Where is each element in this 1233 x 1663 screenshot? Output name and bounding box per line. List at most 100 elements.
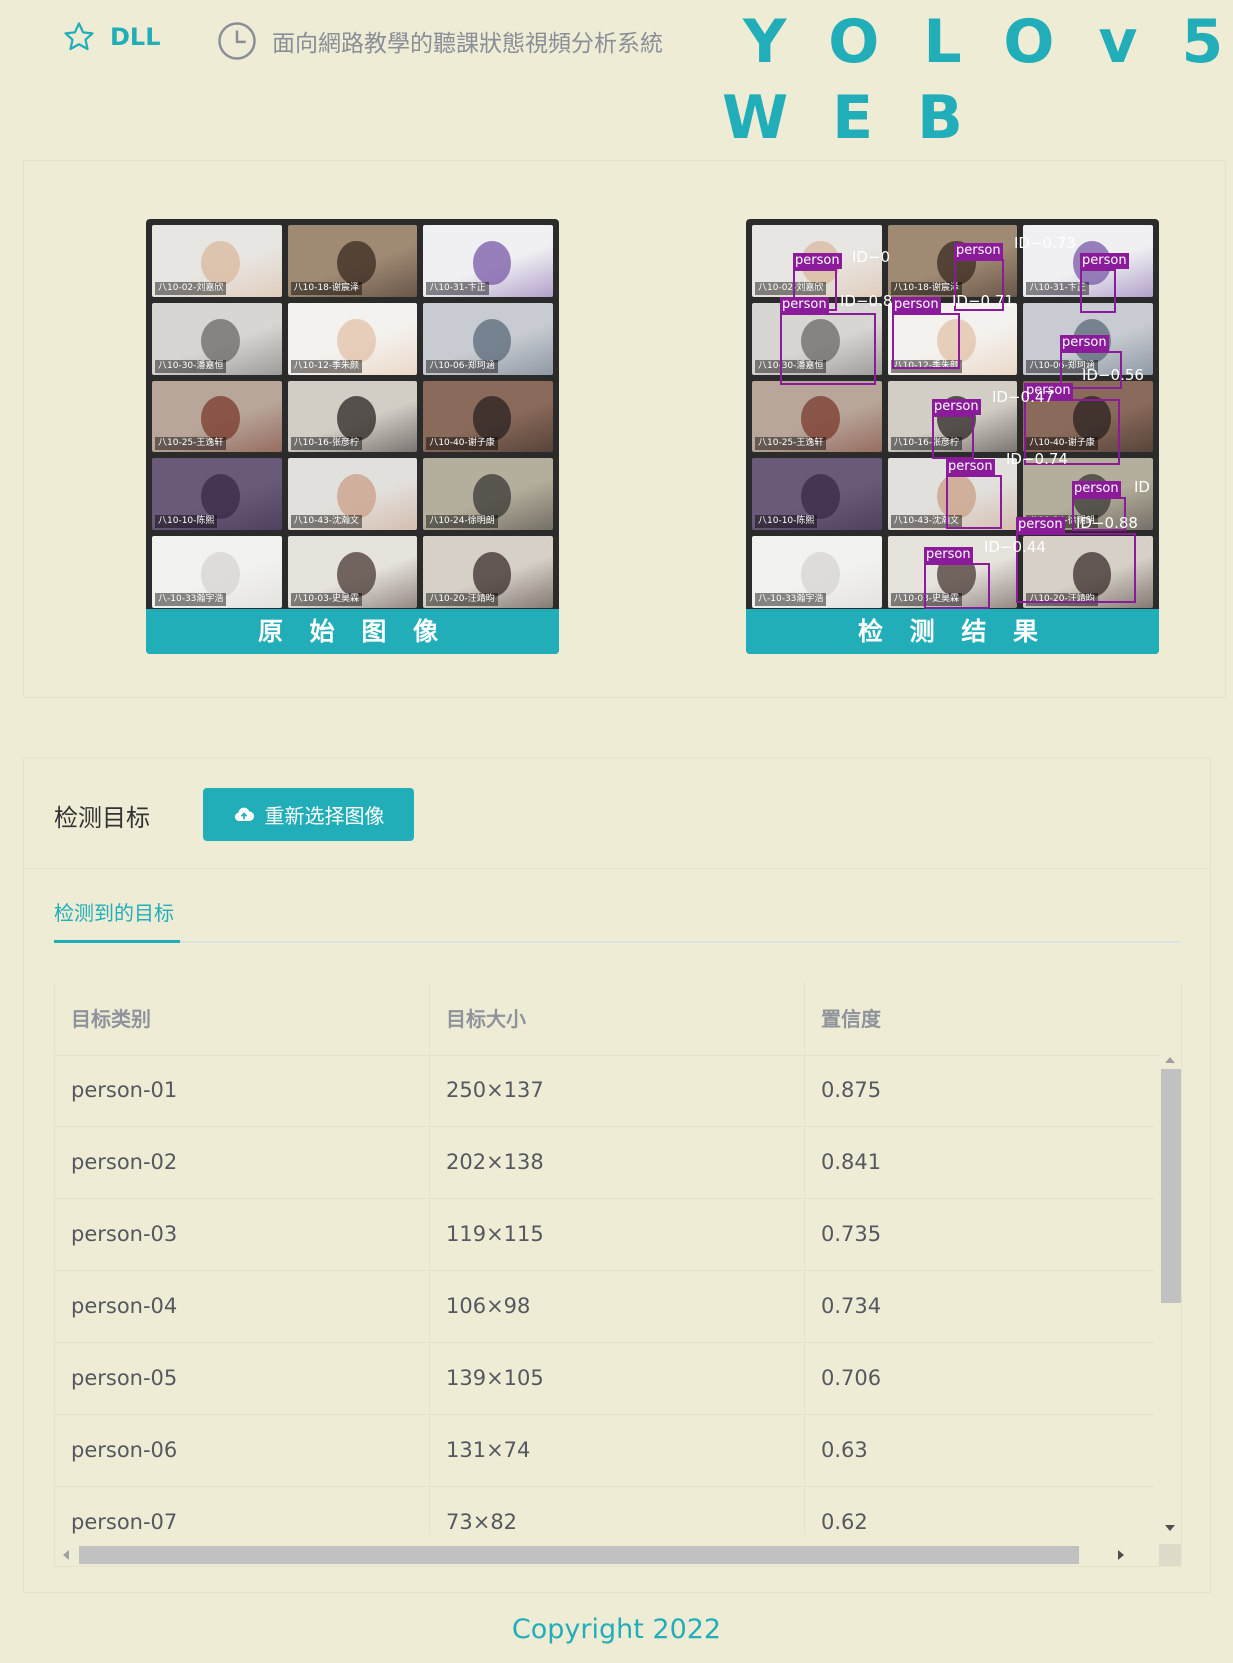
cell-size: 250×137 <box>430 1055 805 1126</box>
cell-size: 106×98 <box>430 1271 805 1342</box>
participant-face <box>201 396 241 441</box>
scroll-right-arrow-icon[interactable] <box>1118 1550 1124 1560</box>
participant-face <box>336 396 376 441</box>
participant-face <box>201 474 241 519</box>
video-tile: 八10-03-史昊霖 <box>287 536 418 608</box>
video-tile: 八10-24-徐明朗 <box>423 458 553 531</box>
detection-label: person <box>793 253 842 269</box>
participant-name: 八10-30-潘嘉恒 <box>155 359 227 373</box>
reselect-image-label: 重新选择图像 <box>264 804 385 828</box>
table-row[interactable]: person-03 119×115 0.735 <box>55 1199 1155 1271</box>
tab-detected-targets[interactable]: 检测到的目标 <box>54 896 174 941</box>
original-image: 八10-02-刘嘉欣 八10-18-谢宸泽 八10-31-卞正 八10-30-潘嘉恒八… <box>152 225 553 608</box>
cell-confidence: 0.706 <box>821 1366 882 1390</box>
detection-label: person <box>946 459 995 475</box>
original-image-caption: 原 始 图 像 <box>146 609 559 654</box>
table-row[interactable]: person-06 131×74 0.63 <box>55 1415 1155 1487</box>
cell-confidence: 0.63 <box>821 1438 868 1462</box>
participant-face <box>472 474 512 519</box>
column-header-size[interactable]: 目标大小 <box>430 983 805 1055</box>
detection-label: person <box>932 399 981 415</box>
detection-id: ID−0.73 <box>1014 234 1076 252</box>
video-tile: 八10-31-卞正 <box>423 225 553 297</box>
video-tile: 八10-16-张彦柠 <box>287 380 418 453</box>
participant-face <box>472 396 512 441</box>
detection-id: ID−0.44 <box>984 538 1046 556</box>
detection-id: ID−0.56 <box>1082 366 1144 384</box>
cell-class: person-02 <box>55 1127 430 1198</box>
reselect-image-button[interactable]: 重新选择图像 <box>203 788 414 841</box>
video-tile: 八10-40-谢子康 <box>423 380 553 453</box>
cell-confidence: 0.735 <box>821 1222 882 1246</box>
cell-class: person-04 <box>55 1271 430 1342</box>
video-tile: 八10-18-谢宸泽 <box>287 225 418 297</box>
detection-box: person <box>932 399 981 459</box>
detection-overlay: person ID−0 person ID−0.73 person person ID−0.… <box>746 219 1159 609</box>
table-row[interactable]: person-01 250×137 0.875 <box>55 1055 1155 1127</box>
horizontal-scroll-thumb[interactable] <box>79 1546 1079 1564</box>
cell-size: 73×82 <box>430 1487 805 1535</box>
column-header-class[interactable]: 目标类别 <box>55 983 430 1055</box>
participant-face <box>201 318 241 364</box>
cell-size: 131×74 <box>430 1415 805 1486</box>
video-tile: 八10-20-汪靖昀 <box>423 536 553 608</box>
scroll-left-arrow-icon[interactable] <box>63 1550 69 1560</box>
detection-id: ID−0.88 <box>1076 514 1138 532</box>
video-tile: 八10-25-王逸轩 <box>152 380 282 453</box>
table-row[interactable]: person-05 139×105 0.706 <box>55 1343 1155 1415</box>
participant-face <box>201 240 241 286</box>
detection-label: person <box>892 297 941 313</box>
participant-face <box>336 474 376 519</box>
video-tile: 八-10-33瀚宇浩 <box>152 536 282 608</box>
title-line-2: WEB <box>722 83 1007 153</box>
detection-box: person <box>946 459 1002 529</box>
participant-face <box>201 551 241 597</box>
detection-label: person <box>924 547 973 563</box>
video-tile: 八10-10-陈熙 <box>152 458 282 531</box>
detection-label: person <box>1016 517 1065 533</box>
table-row[interactable]: person-07 73×82 0.62 <box>55 1487 1155 1535</box>
participant-name: 八10-40-谢子康 <box>426 437 498 451</box>
table-header: 目标类别 目标大小 置信度 <box>55 983 1181 1056</box>
participant-name: 八10-12-季朱颜 <box>290 359 363 373</box>
detection-label: person <box>1080 253 1129 269</box>
column-header-confidence[interactable]: 置信度 <box>805 983 1181 1055</box>
detection-id: ID−0.8 <box>840 292 893 310</box>
scroll-up-arrow-icon[interactable] <box>1165 1057 1175 1063</box>
brand-link[interactable]: DLL <box>62 20 161 54</box>
detection-table: 目标类别 目标大小 置信度 person-01 250×137 0.875 pe… <box>54 983 1182 1567</box>
system-subtitle: 面向網路教學的聽課狀態視頻分析系統 <box>216 20 663 62</box>
cell-confidence: 0.734 <box>821 1294 882 1318</box>
participant-face <box>336 240 376 286</box>
table-body[interactable]: person-01 250×137 0.875 person-02 202×13… <box>55 1055 1155 1535</box>
video-tile: 八10-12-季朱颜 <box>287 302 418 375</box>
detection-card-header: 检测目标 重新选择图像 <box>24 758 1210 869</box>
detection-box: person <box>924 547 990 609</box>
cell-class: person-07 <box>55 1487 430 1535</box>
table-row[interactable]: person-04 106×98 0.734 <box>55 1271 1155 1343</box>
participant-face <box>336 551 376 597</box>
detection-id: ID <box>1134 478 1150 496</box>
detection-label: person <box>1072 481 1121 497</box>
participant-name: 八10-10-陈熙 <box>155 515 218 529</box>
app-header: DLL 面向網路教學的聽課狀態視頻分析系統 YOLOv5 WEB <box>0 0 1233 160</box>
participant-face <box>472 240 512 286</box>
scroll-down-arrow-icon[interactable] <box>1165 1525 1175 1531</box>
cell-confidence: 0.875 <box>821 1078 882 1102</box>
participant-name: 八10-43-沈瀚文 <box>290 515 363 529</box>
vertical-scrollbar[interactable] <box>1159 1055 1181 1535</box>
cloud-upload-icon <box>234 807 254 821</box>
horizontal-scrollbar[interactable] <box>55 1544 1181 1566</box>
cell-confidence: 0.841 <box>821 1150 882 1174</box>
vertical-scroll-thumb[interactable] <box>1161 1069 1181 1303</box>
image-compare-card: 八10-02-刘嘉欣 八10-18-谢宸泽 八10-31-卞正 八10-30-潘嘉恒八… <box>23 160 1226 698</box>
result-tabs: 检测到的目标 <box>54 896 1180 943</box>
participant-face <box>472 318 512 364</box>
table-row[interactable]: person-02 202×138 0.841 <box>55 1127 1155 1199</box>
detection-label: person <box>1060 335 1109 351</box>
cell-class: person-01 <box>55 1055 430 1126</box>
clock-icon <box>218 22 256 60</box>
result-image-caption: 检 测 结 果 <box>746 609 1159 654</box>
participant-name: 八10-16-张彦柠 <box>290 437 363 451</box>
participant-face <box>472 551 512 597</box>
